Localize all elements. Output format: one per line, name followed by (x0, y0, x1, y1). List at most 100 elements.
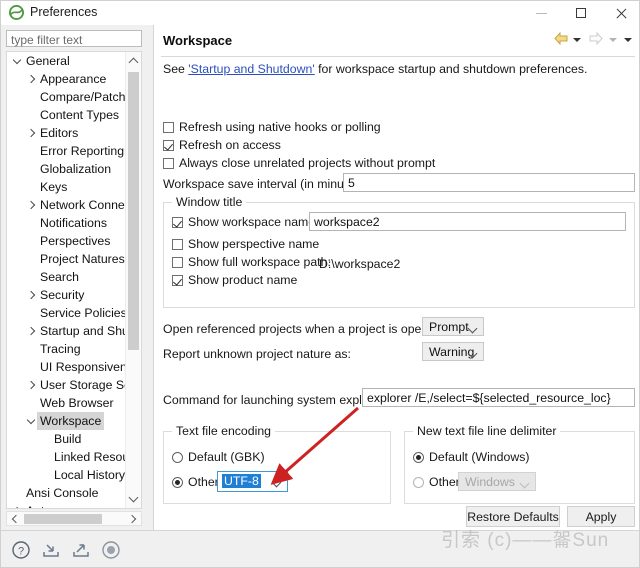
tree-item-local-history[interactable]: Local History (7, 466, 127, 484)
tree-item-editors[interactable]: Editors (7, 124, 127, 142)
tree-item-compare-patch[interactable]: Compare/Patch (7, 88, 127, 106)
view-menu-icon[interactable] (624, 38, 632, 42)
back-arrow-icon (553, 31, 568, 46)
open-referenced-value: Prompt (429, 320, 469, 334)
scroll-down-button[interactable] (126, 490, 141, 508)
tree-item-label: Local History (54, 468, 126, 482)
tree-item-error-reporting[interactable]: Error Reporting (7, 142, 127, 160)
chevron-up-icon (128, 57, 139, 68)
tree-item-content-types[interactable]: Content Types (7, 106, 127, 124)
checkbox-label: Refresh on access (179, 138, 281, 152)
hscrollbar-thumb[interactable] (24, 514, 102, 524)
help-icon[interactable]: ? (11, 540, 31, 560)
explorer-command-input[interactable]: explorer /E,/select=${selected_resource_… (362, 388, 635, 407)
save-interval-input[interactable]: 5 (343, 173, 635, 192)
tree-item-general[interactable]: General (7, 52, 127, 70)
chevron-down-icon (519, 478, 530, 489)
tree-item-label: Globalization (40, 162, 112, 176)
page-nav-bar (551, 31, 634, 50)
tree-item-project-natures[interactable]: Project Natures (7, 250, 127, 268)
encoding-value: UTF-8 (222, 474, 261, 488)
tree-item-appearance[interactable]: Appearance (7, 70, 127, 88)
page-title: Workspace (163, 33, 233, 48)
right-pane: Workspace See 'Startup and Shutdown' for… (153, 25, 639, 530)
tree-item-label: Notifications (40, 216, 107, 230)
tree-item-label: Ansi Console (26, 486, 99, 500)
restore-defaults-button[interactable]: Restore Defaults (466, 506, 560, 527)
close-button[interactable] (601, 1, 639, 25)
preferences-tree[interactable]: General Appearance Compare/Patch Content Ty… (6, 51, 142, 509)
header-divider (161, 56, 635, 57)
tree-item-keys[interactable]: Keys (7, 178, 127, 196)
workspace-name-input[interactable]: workspace2 (309, 212, 626, 231)
checkbox-label: Always close unrelated projects without … (179, 156, 436, 170)
minimize-button[interactable] (521, 1, 561, 25)
report-nature-combo[interactable]: Warning (422, 342, 484, 361)
chevron-down-icon (128, 492, 139, 503)
line-delimiter-group: New text file line delimiter (404, 424, 635, 504)
scroll-left-button[interactable] (7, 512, 23, 525)
back-dropdown-caret[interactable] (572, 38, 581, 42)
chevron-right-icon[interactable] (26, 196, 37, 214)
description-suffix: for workspace startup and shutdown prefe… (314, 62, 588, 76)
tree-item-tracing[interactable]: Tracing (7, 340, 127, 358)
tree-horizontal-scrollbar[interactable] (6, 511, 142, 526)
checkbox-box (163, 122, 174, 133)
tree-item-workspace[interactable]: Workspace (7, 412, 127, 430)
open-referenced-combo[interactable]: Prompt (422, 317, 484, 336)
tree-item-startup-and-shutdo[interactable]: Startup and Shutdo (7, 322, 141, 340)
chevron-right-icon[interactable] (26, 322, 37, 340)
chevron-right-icon (127, 514, 137, 524)
tree-item-user-storage-servic[interactable]: User Storage Servic (7, 376, 141, 394)
text-file-encoding-group: Text file encoding (163, 424, 391, 504)
tree-item-ant[interactable]: Ant (7, 502, 127, 508)
maximize-button[interactable] (561, 1, 601, 25)
tree-item-search[interactable]: Search (7, 268, 127, 286)
chevron-right-icon[interactable] (26, 376, 37, 394)
scroll-up-button[interactable] (126, 52, 141, 70)
tree-item-service-policies[interactable]: Service Policies (7, 304, 127, 322)
explorer-command-label: Command for launching system explorer: (163, 393, 388, 407)
radio-button (172, 452, 183, 463)
forward-button[interactable] (589, 31, 603, 48)
checkbox-box (172, 217, 183, 228)
tree-item-network-connectio[interactable]: Network Connectio (7, 196, 141, 214)
tree-item-perspectives[interactable]: Perspectives (7, 232, 127, 250)
settings-icon[interactable] (101, 540, 121, 560)
chevron-right-icon[interactable] (26, 124, 37, 142)
tree-item-build[interactable]: Build (7, 430, 127, 448)
tree-vertical-scrollbar[interactable] (125, 52, 141, 508)
checkbox-box (172, 257, 183, 268)
export-icon[interactable] (71, 540, 91, 560)
chevron-down-icon[interactable] (26, 412, 37, 430)
tree-item-globalization[interactable]: Globalization (7, 160, 127, 178)
tree-item-notifications[interactable]: Notifications (7, 214, 127, 232)
apply-button[interactable]: Apply (567, 506, 635, 527)
startup-shutdown-link[interactable]: 'Startup and Shutdown' (188, 62, 314, 76)
tree-item-label: Perspectives (40, 234, 111, 248)
tree-item-label: Tracing (40, 342, 81, 356)
tree-item-web-browser[interactable]: Web Browser (7, 394, 127, 412)
forward-dropdown-caret[interactable] (608, 38, 617, 42)
radio-button (413, 452, 424, 463)
tree-item-security[interactable]: Security (7, 286, 127, 304)
chevron-right-icon[interactable] (12, 502, 23, 508)
tree-item-ansi-console[interactable]: Ansi Console (7, 484, 127, 502)
scroll-right-button[interactable] (125, 512, 141, 525)
workspace-path-value: D:\workspace2 (319, 257, 401, 271)
checkbox-label: Refresh using native hooks or polling (179, 120, 381, 134)
chevron-down-icon[interactable] (12, 52, 23, 70)
chevron-right-icon[interactable] (26, 70, 37, 88)
import-icon[interactable] (41, 540, 61, 560)
tree-item-label: Editors (40, 126, 79, 140)
back-button[interactable] (553, 31, 568, 48)
description-prefix: See (163, 62, 189, 76)
encoding-combo[interactable]: UTF-8 (217, 471, 288, 492)
scrollbar-thumb[interactable] (128, 72, 139, 350)
workspace-name-value: workspace2 (314, 215, 380, 229)
tree-item-ui-responsiveness[interactable]: UI Responsiveness (7, 358, 141, 376)
tree-item-linked-resource[interactable]: Linked Resource (7, 448, 141, 466)
filter-input[interactable]: type filter text (6, 30, 142, 47)
chevron-down-icon (271, 477, 282, 488)
chevron-right-icon[interactable] (26, 286, 37, 304)
